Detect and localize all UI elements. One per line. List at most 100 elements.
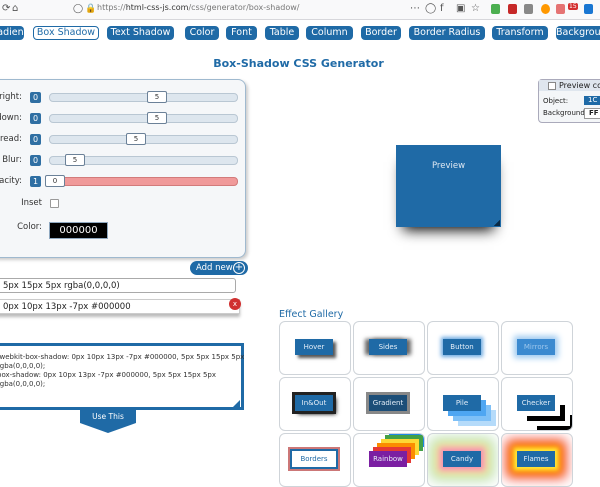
- tab-gradient[interactable]: Gradient: [0, 26, 24, 40]
- blur-value[interactable]: 0: [30, 155, 41, 166]
- color-label: Color:: [17, 222, 42, 232]
- delete-layer-button[interactable]: x: [229, 298, 241, 310]
- extension-blue-icon[interactable]: [584, 4, 593, 14]
- code-line: rgba(0,0,0,0);: [0, 362, 46, 370]
- reload-icon[interactable]: ⟳: [2, 4, 10, 14]
- shift-right-handle[interactable]: 5: [147, 91, 167, 103]
- extension-orange-icon[interactable]: [541, 4, 550, 14]
- opacity-handle[interactable]: 0: [45, 175, 65, 187]
- shift-down-value[interactable]: 0: [30, 113, 41, 124]
- gallery-item-label: Mirrors: [517, 339, 555, 355]
- preview-label: Preview: [431, 161, 466, 171]
- url-bar[interactable]: https://html-css-js.com/css/generator/bo…: [97, 3, 299, 12]
- opacity-value[interactable]: 1: [30, 176, 41, 187]
- blur-handle[interactable]: 5: [65, 154, 85, 166]
- gallery-item-pile[interactable]: Pile: [427, 377, 499, 431]
- shadow-layer-input[interactable]: 5px 15px 5px rgba(0,0,0,0): [0, 278, 236, 293]
- shift-down-handle[interactable]: 5: [147, 112, 167, 124]
- spread-label: Spread:: [0, 134, 22, 144]
- down-arrow-icon[interactable]: [80, 423, 136, 433]
- tab-box-shadow[interactable]: Box Shadow: [33, 26, 99, 40]
- spread-value[interactable]: 0: [30, 134, 41, 145]
- code-line: rgba(0,0,0,0);: [0, 380, 46, 388]
- object-color-input[interactable]: 1C: [584, 96, 600, 105]
- page-title: Box-Shadow CSS Generator: [213, 57, 384, 70]
- extension-pink-icon[interactable]: [556, 4, 565, 14]
- blur-slider[interactable]: 5: [49, 154, 238, 166]
- tab-border-radius[interactable]: Border Radius: [409, 26, 485, 40]
- home-icon[interactable]: ⌂: [12, 4, 18, 14]
- shift-right-value[interactable]: 0: [30, 92, 41, 103]
- gallery-item-button[interactable]: Button: [427, 321, 499, 375]
- pocket-icon[interactable]: ◯: [425, 4, 436, 14]
- url-host: html-css-js.com: [125, 3, 189, 12]
- shield-icon[interactable]: ◯: [73, 4, 83, 14]
- resize-grip-icon[interactable]: [232, 400, 240, 408]
- color-picker[interactable]: 000000: [49, 222, 108, 239]
- spread-slider[interactable]: 5: [49, 133, 238, 145]
- inset-checkbox[interactable]: [50, 199, 59, 208]
- preview-controls-title: Preview controls: [559, 81, 600, 90]
- extension-icon[interactable]: ▣: [456, 4, 465, 14]
- inset-label: Inset: [21, 198, 42, 208]
- gallery-item-label: In&Out: [295, 395, 333, 411]
- shadow-layer-item[interactable]: 0px 10px 13px -7px #000000: [0, 299, 240, 314]
- gallery-item-label: Pile: [443, 395, 481, 411]
- gallery-item-checker[interactable]: Checker: [501, 377, 573, 431]
- gallery-item-sides[interactable]: Sides: [353, 321, 425, 375]
- background-color-input[interactable]: FF: [584, 108, 600, 119]
- shift-right-slider[interactable]: 5: [49, 91, 238, 103]
- extension-gray-icon[interactable]: [524, 4, 533, 14]
- gallery-item-flames[interactable]: Flames: [501, 433, 573, 487]
- tab-column[interactable]: Column: [306, 26, 353, 40]
- gallery-item-label: Flames: [517, 451, 555, 467]
- gallery-item-label: Sides: [369, 339, 407, 355]
- spread-handle[interactable]: 5: [126, 133, 146, 145]
- gallery-item-label: Borders: [292, 451, 336, 467]
- url-prefix: https://: [97, 3, 126, 12]
- gallery-item-label: Rainbow: [369, 451, 407, 467]
- opacity-label: Opacity:: [0, 176, 22, 186]
- gallery-item-rainbow[interactable]: Rainbow: [353, 433, 425, 487]
- bookmark-star-icon[interactable]: ☆: [471, 4, 480, 14]
- more-icon[interactable]: ⋯: [410, 4, 420, 14]
- tab-border[interactable]: Border: [361, 26, 401, 40]
- plus-icon: +: [233, 262, 245, 274]
- tab-text-shadow[interactable]: Text Shadow: [107, 26, 174, 40]
- code-line: box-shadow: 0px 10px 13px -7px #000000, …: [0, 371, 217, 379]
- blur-label: Blur:: [2, 155, 22, 165]
- facebook-icon[interactable]: f: [440, 4, 444, 14]
- lock-icon[interactable]: 🔒: [85, 4, 96, 14]
- preview-box[interactable]: Preview: [396, 145, 501, 227]
- gallery-item-borders[interactable]: Borders: [279, 433, 351, 487]
- gallery-item-mirrors[interactable]: Mirrors: [501, 321, 573, 375]
- preview-controls-checkbox[interactable]: [548, 82, 556, 90]
- css-code-output[interactable]: -webkit-box-shadow: 0px 10px 13px -7px #…: [0, 343, 244, 410]
- gallery-title: Effect Gallery: [279, 309, 344, 320]
- opacity-slider[interactable]: 0: [45, 175, 238, 187]
- shift-down-slider[interactable]: 5: [49, 112, 238, 124]
- browser-toolbar: ⟳ ⌂ ◯ 🔒 https://html-css-js.com/css/gene…: [0, 0, 600, 20]
- tab-color[interactable]: Color: [185, 26, 219, 40]
- extension-red-icon[interactable]: [508, 4, 517, 14]
- gallery-item-in-out[interactable]: In&Out: [279, 377, 351, 431]
- gallery-item-candy[interactable]: Candy: [427, 433, 499, 487]
- object-label: Object:: [543, 97, 569, 105]
- extension-green-icon[interactable]: [491, 4, 500, 14]
- tab-background[interactable]: Background: [556, 26, 600, 40]
- tab-font[interactable]: Font: [226, 26, 257, 40]
- url-path: /css/generator/box-shadow/: [188, 3, 300, 12]
- tab-transform[interactable]: Transform: [492, 26, 548, 40]
- code-line: -webkit-box-shadow: 0px 10px 13px -7px #…: [0, 353, 245, 361]
- resize-grip-icon[interactable]: [494, 220, 500, 226]
- gallery-item-hover[interactable]: Hover: [279, 321, 351, 375]
- tab-table[interactable]: Table: [265, 26, 299, 40]
- background-label: Background:: [543, 109, 588, 117]
- gallery-item-gradient[interactable]: Gradient: [353, 377, 425, 431]
- extension-badge: 15: [568, 3, 578, 10]
- shift-right-label: Shift right:: [0, 92, 22, 102]
- add-new-button[interactable]: Add new +: [190, 261, 248, 275]
- gallery-item-label: Checker: [517, 395, 555, 411]
- gallery-item-label: Hover: [295, 339, 333, 355]
- use-this-button[interactable]: Use This: [80, 410, 136, 423]
